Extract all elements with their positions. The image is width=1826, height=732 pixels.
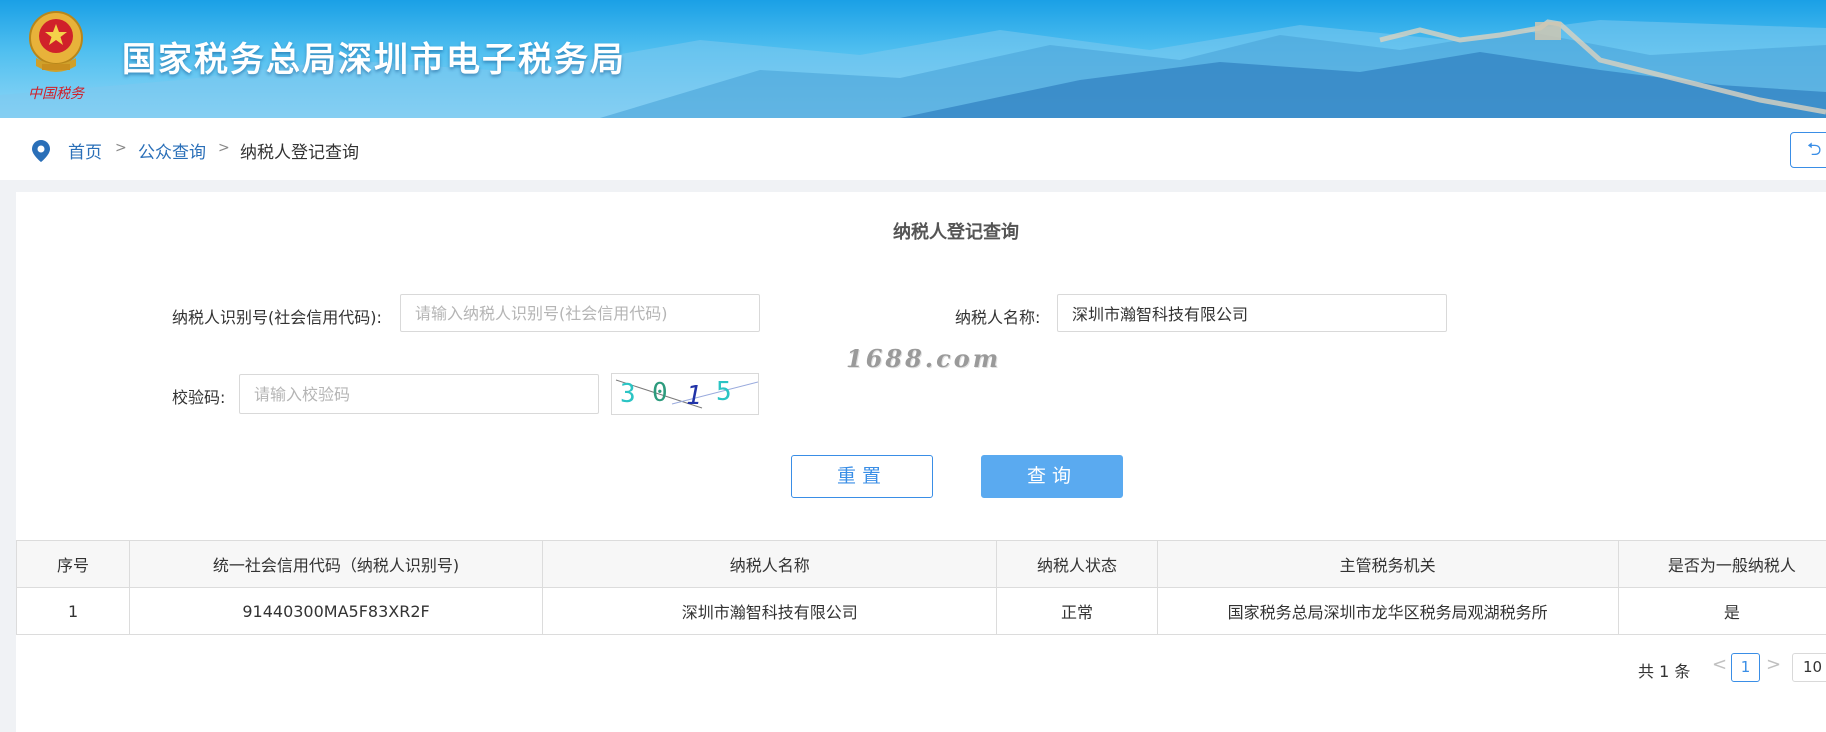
svg-text:1: 1 — [686, 381, 702, 411]
query-panel: 纳税人登记查询 纳税人识别号(社会信用代码): 纳税人名称: 1688.com … — [16, 192, 1826, 732]
svg-text:中国税务: 中国税务 — [28, 86, 85, 102]
pagination-total: 共 1 条 — [1638, 658, 1690, 682]
column-header: 纳税人状态 — [997, 541, 1157, 588]
captcha-input[interactable] — [239, 374, 599, 414]
return-arrow-icon: ⮌ — [1807, 139, 1821, 160]
breadcrumb-separator: > — [218, 140, 230, 156]
panel-title: 纳税人登记查询 — [16, 218, 1826, 244]
breadcrumb-current: 纳税人登记查询 — [240, 138, 359, 163]
breadcrumb: 首页 > 公众查询 > 纳税人登记查询 ⮌ — [0, 118, 1826, 180]
column-header: 主管税务机关 — [1157, 541, 1618, 588]
svg-text:5: 5 — [716, 377, 732, 407]
cell-general-taxpayer: 是 — [1618, 588, 1826, 635]
svg-text:3: 3 — [620, 379, 636, 409]
site-title: 国家税务总局深圳市电子税务局 — [122, 32, 626, 81]
table-row: 1 91440300MA5F83XR2F 深圳市瀚智科技有限公司 正常 国家税务… — [17, 588, 1826, 635]
tax-emblem-logo: 中国税务 — [22, 8, 90, 104]
captcha-label: 校验码: — [172, 384, 225, 408]
column-header: 序号 — [17, 541, 130, 588]
cell-index: 1 — [17, 588, 130, 635]
pagination-next-button[interactable]: > — [1766, 654, 1781, 675]
result-table: 序号 统一社会信用代码（纳税人识别号) 纳税人名称 纳税人状态 主管税务机关 是… — [16, 540, 1826, 635]
taxpayer-id-label: 纳税人识别号(社会信用代码): — [172, 304, 382, 328]
taxpayer-name-label: 纳税人名称: — [955, 304, 1040, 328]
column-header: 统一社会信用代码（纳税人识别号) — [130, 541, 543, 588]
cell-tax-authority: 国家税务总局深圳市龙华区税务局观湖税务所 — [1157, 588, 1618, 635]
pagination-page-1[interactable]: 1 — [1731, 653, 1760, 682]
taxpayer-id-input[interactable] — [400, 294, 760, 332]
taxpayer-name-input[interactable] — [1057, 294, 1447, 332]
watermark-text: 1688.com — [846, 344, 1001, 373]
cell-credit-code: 91440300MA5F83XR2F — [130, 588, 543, 635]
query-button[interactable]: 查询 — [981, 455, 1123, 498]
site-header-banner: 中国税务 国家税务总局深圳市电子税务局 — [0, 0, 1826, 118]
svg-text:0: 0 — [652, 378, 668, 408]
table-header-row: 序号 统一社会信用代码（纳税人识别号) 纳税人名称 纳税人状态 主管税务机关 是… — [17, 541, 1826, 588]
reset-button[interactable]: 重置 — [791, 455, 933, 498]
pagination-prev-button[interactable]: < — [1712, 654, 1727, 675]
captcha-image[interactable]: 3 0 1 5 — [611, 373, 759, 415]
breadcrumb-separator: > — [115, 140, 127, 156]
cell-taxpayer-name: 深圳市瀚智科技有限公司 — [543, 588, 997, 635]
cell-status: 正常 — [997, 588, 1157, 635]
breadcrumb-public-query-link[interactable]: 公众查询 — [138, 138, 206, 163]
location-pin-icon — [32, 140, 50, 162]
page-size-select[interactable]: 10 条/页 — [1792, 653, 1826, 682]
column-header: 纳税人名称 — [543, 541, 997, 588]
column-header: 是否为一般纳税人 — [1618, 541, 1826, 588]
breadcrumb-home-link[interactable]: 首页 — [68, 138, 102, 163]
back-button[interactable]: ⮌ — [1790, 132, 1826, 168]
